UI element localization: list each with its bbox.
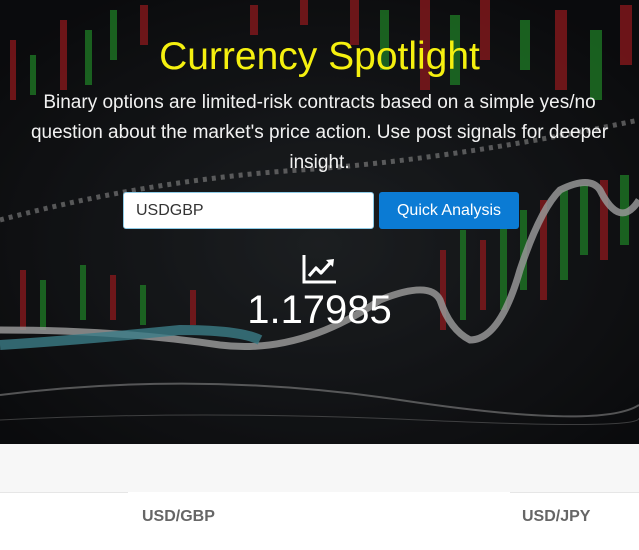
currency-search-input[interactable] xyxy=(123,192,374,229)
page-title: Currency Spotlight xyxy=(159,35,480,78)
divider xyxy=(510,492,639,493)
quick-analysis-button[interactable]: Quick Analysis xyxy=(379,192,519,229)
hero-description: Binary options are limited-risk contract… xyxy=(30,92,609,173)
divider xyxy=(0,492,128,493)
exchange-rate-value: 1.17985 xyxy=(247,288,392,332)
pair-label-usd-jpy[interactable]: USD/JPY xyxy=(522,507,590,527)
pair-label-usd-gbp[interactable]: USD/GBP xyxy=(142,507,215,527)
trending-up-icon xyxy=(302,255,336,284)
hero-section: Currency Spotlight Binary options are li… xyxy=(0,0,639,444)
pairs-header-strip xyxy=(0,444,639,492)
